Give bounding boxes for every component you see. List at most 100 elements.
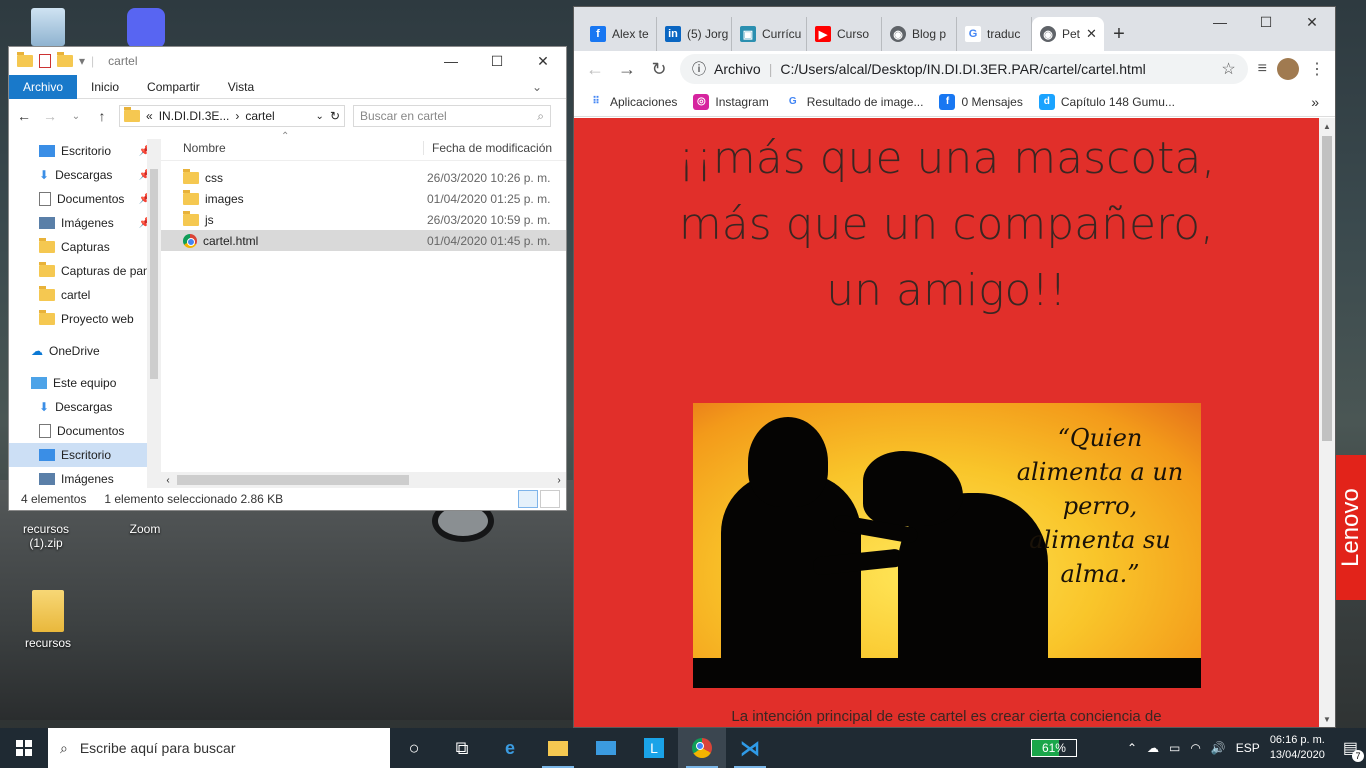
show-hidden-icons-icon[interactable]: ⌃ [1127, 741, 1137, 755]
scroll-left-icon[interactable]: ‹ [161, 475, 175, 486]
taskbar-chrome[interactable] [678, 728, 726, 768]
recent-locations-icon[interactable]: ⌄ [67, 111, 85, 122]
taskbar-file-explorer[interactable] [534, 728, 582, 768]
info-icon[interactable]: ⓘ [692, 59, 706, 79]
refresh-icon[interactable]: ↻ [330, 109, 340, 123]
back-arrow-icon[interactable]: ← [584, 59, 606, 80]
cortana-button[interactable]: ○ [390, 728, 438, 768]
nav-item[interactable]: Documentos [9, 419, 161, 443]
scrollbar-thumb[interactable] [177, 475, 409, 485]
nav-item[interactable]: cartel [9, 283, 161, 307]
task-view-button[interactable]: ⧉ [438, 728, 486, 768]
desktop-icon-recursos-zip[interactable]: recursos (1).zip [6, 522, 86, 550]
address-bar[interactable]: ⓘ Archivo | C:/Users/alcal/Desktop/IN.DI… [680, 54, 1248, 84]
address-box[interactable]: « IN.DI.DI.3E... › cartel ⌄ ↻ [119, 105, 345, 127]
nav-item[interactable]: ⬇ Descargas 📌 [9, 163, 161, 187]
properties-icon[interactable] [39, 54, 51, 68]
scroll-down-icon[interactable]: ▼ [1319, 711, 1335, 727]
column-header-date[interactable]: Fecha de modificación [423, 140, 552, 155]
taskbar-search[interactable]: ⌕ Escribe aquí para buscar [48, 728, 390, 768]
back-arrow-icon[interactable]: ← [15, 108, 33, 124]
more-bookmarks-icon[interactable]: » [1311, 94, 1319, 110]
clock[interactable]: 06:16 p. m. 13/04/2020 [1270, 733, 1325, 763]
battery-tray-icon[interactable]: ▭ [1169, 741, 1180, 755]
scroll-right-icon[interactable]: › [552, 475, 566, 486]
new-folder-icon[interactable] [57, 52, 73, 67]
close-button[interactable]: ✕ [1289, 7, 1335, 37]
action-center-button[interactable]: ▤ 7 [1343, 738, 1364, 762]
search-input[interactable]: Buscar en cartel ⌕ [353, 105, 551, 127]
scrollbar-thumb[interactable] [1322, 136, 1332, 441]
chevron-down-icon[interactable]: ⌄ [316, 111, 324, 122]
breadcrumb-overflow[interactable]: « [146, 109, 153, 123]
page-scrollbar[interactable]: ▲ ▼ [1319, 118, 1335, 727]
taskbar-mail[interactable] [582, 728, 630, 768]
chevron-down-icon[interactable]: ▾ [79, 54, 85, 68]
nav-item-onedrive[interactable]: ☁ OneDrive [9, 339, 161, 363]
new-tab-button[interactable]: + [1104, 17, 1134, 51]
scroll-up-icon[interactable]: ▲ [1319, 118, 1335, 134]
nav-item[interactable]: Imágenes 📌 [9, 211, 161, 235]
ribbon-tab-archivo[interactable]: Archivo [9, 74, 78, 99]
expand-ribbon-icon[interactable]: ⌄ [532, 80, 542, 94]
ribbon-tab-inicio[interactable]: Inicio [77, 75, 133, 99]
minimize-button[interactable]: — [428, 47, 474, 75]
nav-item[interactable]: ⬇ Descargas [9, 395, 161, 419]
nav-item[interactable]: Escritorio 📌 [9, 139, 161, 163]
volume-icon[interactable]: 🔊 [1211, 741, 1226, 755]
breadcrumb-segment[interactable]: cartel [245, 109, 274, 123]
recycle-bin-desktop-icon[interactable] [8, 8, 88, 50]
browser-tab[interactable]: ▣ Currícu [732, 17, 807, 51]
reload-icon[interactable]: ↻ [648, 59, 670, 80]
browser-tab[interactable]: ◉ Blog p [882, 17, 957, 51]
forward-arrow-icon[interactable]: → [616, 59, 638, 80]
browser-tab-active[interactable]: ◉ Pet ✕ [1032, 17, 1104, 51]
close-tab-icon[interactable]: ✕ [1086, 26, 1097, 42]
nav-item[interactable]: Proyecto web [9, 307, 161, 331]
ribbon-tab-vista[interactable]: Vista [214, 75, 268, 99]
bookmark-item[interactable]: ◎ Instagram [693, 93, 769, 110]
browser-tab[interactable]: Gtraduc [957, 17, 1032, 51]
language-indicator[interactable]: ESP [1236, 741, 1260, 755]
start-button[interactable] [0, 728, 48, 768]
bookmark-item[interactable]: ⠿ Aplicaciones [588, 94, 677, 110]
large-icons-view-icon[interactable] [540, 490, 560, 508]
bookmark-item[interactable]: d Capítulo 148 Gumu... [1038, 93, 1175, 110]
browser-tab[interactable]: f Alex te [582, 17, 657, 51]
close-button[interactable]: ✕ [520, 47, 566, 75]
ribbon-tab-compartir[interactable]: Compartir [133, 75, 214, 99]
desktop-icon-recursos[interactable]: recursos [8, 590, 88, 650]
up-arrow-icon[interactable]: ↑ [93, 108, 111, 124]
battery-indicator[interactable]: 61% [1030, 739, 1077, 757]
browser-tab[interactable]: in (5) Jorg [657, 17, 732, 51]
file-row[interactable]: js 26/03/2020 10:59 p. m. [161, 209, 566, 230]
desktop-icon-zoom[interactable]: Zoom [105, 522, 185, 536]
taskbar-edge[interactable]: e [486, 728, 534, 768]
bookmark-item[interactable]: f 0 Mensajes [939, 93, 1023, 110]
column-header-name[interactable]: Nombre [161, 141, 423, 155]
forward-arrow-icon[interactable]: → [41, 108, 59, 124]
nav-item[interactable]: Capturas de pan [9, 259, 161, 283]
minimize-button[interactable]: — [1197, 7, 1243, 37]
browser-tab[interactable]: ▶ Curso [807, 17, 882, 51]
onedrive-tray-icon[interactable]: ☁ [1147, 741, 1159, 755]
file-row[interactable]: images 01/04/2020 01:25 p. m. [161, 188, 566, 209]
nav-item[interactable]: Documentos 📌 [9, 187, 161, 211]
file-row[interactable]: css 26/03/2020 10:26 p. m. [161, 167, 566, 188]
wifi-icon[interactable]: ◠ [1190, 741, 1200, 755]
details-view-icon[interactable] [518, 490, 538, 508]
nav-item[interactable]: Capturas [9, 235, 161, 259]
nav-item-este-equipo[interactable]: Este equipo [9, 371, 161, 395]
taskbar-vscode[interactable]: ⋊ [726, 728, 774, 768]
breadcrumb-segment[interactable]: IN.DI.DI.3E... [159, 109, 230, 123]
nav-item[interactable]: Escritorio [9, 443, 161, 467]
scrollbar-thumb[interactable] [150, 169, 158, 379]
horizontal-scrollbar[interactable]: ‹ › [161, 472, 566, 488]
nav-scrollbar[interactable] [147, 139, 161, 488]
maximize-button[interactable]: ☐ [1243, 7, 1289, 37]
bookmark-item[interactable]: G Resultado de image... [785, 94, 924, 110]
bookmark-star-icon[interactable]: ☆ [1221, 59, 1235, 79]
maximize-button[interactable]: ☐ [474, 47, 520, 75]
taskbar-lenovo-vantage[interactable]: L [630, 728, 678, 768]
avatar[interactable] [1277, 58, 1299, 80]
